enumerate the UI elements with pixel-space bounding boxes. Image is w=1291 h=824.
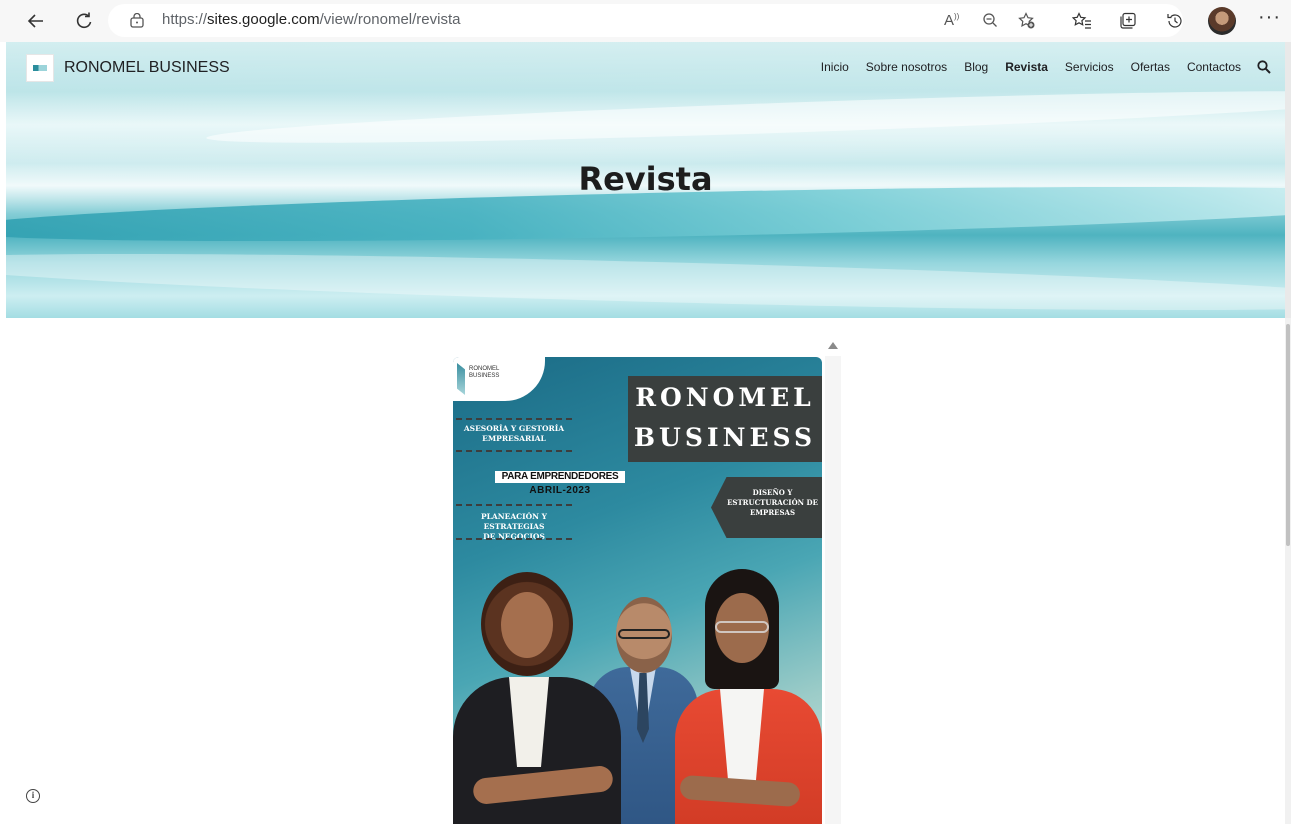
nav-item-servicios[interactable]: Servicios [1065,60,1114,74]
magazine-cover[interactable]: RONOMEL BUSINESS RONOMEL BUSINESS ASESORÍ… [453,357,822,824]
add-favorite-icon[interactable] [1018,12,1036,34]
site-name[interactable]: RONOMEL BUSINESS [64,59,230,77]
cover-title-line1: RONOMEL [635,383,815,412]
cover-arrow-line2: ESTRUCTURACIÓN DE [727,498,818,507]
address-bar[interactable]: https://sites.google.com/view/ronomel/re… [108,4,1183,37]
cover-title-box: RONOMEL BUSINESS [628,376,822,462]
nav-item-sobre-nosotros[interactable]: Sobre nosotros [866,60,947,74]
cover-logo-line1: RONOMEL [469,366,500,372]
page-title: Revista [578,160,713,198]
cover-logo-line2: BUSINESS [469,373,500,379]
cover-title-line2: BUSINESS [633,423,817,452]
zoom-out-icon[interactable] [982,12,998,32]
back-arrow-icon[interactable] [22,7,50,35]
favorites-icon[interactable] [1070,10,1094,32]
collections-icon[interactable] [1116,10,1140,32]
info-icon[interactable]: i [26,789,40,803]
profile-avatar[interactable] [1208,7,1236,35]
cover-tagline-2-line1: PLANEACIÓN Y ESTRATEGIAS [481,512,547,531]
browser-toolbar: https://sites.google.com/view/ronomel/re… [0,0,1291,42]
site-logo[interactable] [26,54,54,82]
cover-tagline-1-line1: ASESORÍA Y GESTORÍA [463,424,565,433]
cover-photo-woman-left [453,572,623,824]
scroll-up-arrow-icon[interactable] [828,342,838,349]
url-path: /view/ronomel/revista [319,11,461,28]
cover-divider [456,504,572,506]
search-icon[interactable] [1257,60,1271,74]
nav-item-contactos[interactable]: Contactos [1187,60,1241,74]
cover-photo-woman-right [675,569,822,824]
hero-wave-light [6,242,1285,318]
embed-scrollbar[interactable] [825,356,841,824]
nav-item-revista[interactable]: Revista [1005,60,1048,74]
hero-wave-highlight [205,81,1285,153]
cover-logo-text: RONOMEL BUSINESS [469,366,499,380]
nav-item-blog[interactable]: Blog [964,60,988,74]
reload-icon[interactable] [70,7,98,35]
cover-divider [456,418,572,420]
cover-arrow-line3: EMPRESAS [749,508,796,517]
cover-divider [456,450,572,452]
page-scrollbar-thumb[interactable] [1286,324,1290,546]
page-scrollbar[interactable] [1285,318,1291,824]
site-navigation: Inicio Sobre nosotros Blog Revista Servi… [804,60,1271,74]
url-prefix: https:// [162,11,208,28]
history-icon[interactable] [1163,10,1187,32]
cover-tagline-2-line2: DE NEGOCIOS [483,532,545,541]
nav-item-inicio[interactable]: Inicio [821,60,849,74]
hero-edge [1285,42,1291,318]
more-icon[interactable]: ··· [1258,6,1281,29]
cover-divider [456,538,572,540]
url-host: sites.google.com [207,11,320,28]
read-aloud-icon[interactable]: A)) [944,12,959,29]
cover-audience: PARA EMPRENDEDORES [501,471,619,482]
cover-arrow-text: DISEÑO Y ESTRUCTURACIÓN DE EMPRESAS [723,488,822,518]
cover-tagline-1-line2: EMPRESARIAL [482,434,546,443]
nav-item-ofertas[interactable]: Ofertas [1131,60,1170,74]
cover-arrow-line1: DISEÑO Y [752,488,793,497]
url-text[interactable]: https://sites.google.com/view/ronomel/re… [162,11,460,28]
cover-date: ABRIL-2023 [529,485,591,496]
site-header: RONOMEL BUSINESS Inicio Sobre nosotros B… [6,42,1285,318]
lock-icon[interactable] [130,13,144,28]
cover-tagline-1: ASESORÍA Y GESTORÍA EMPRESARIAL [453,424,575,444]
